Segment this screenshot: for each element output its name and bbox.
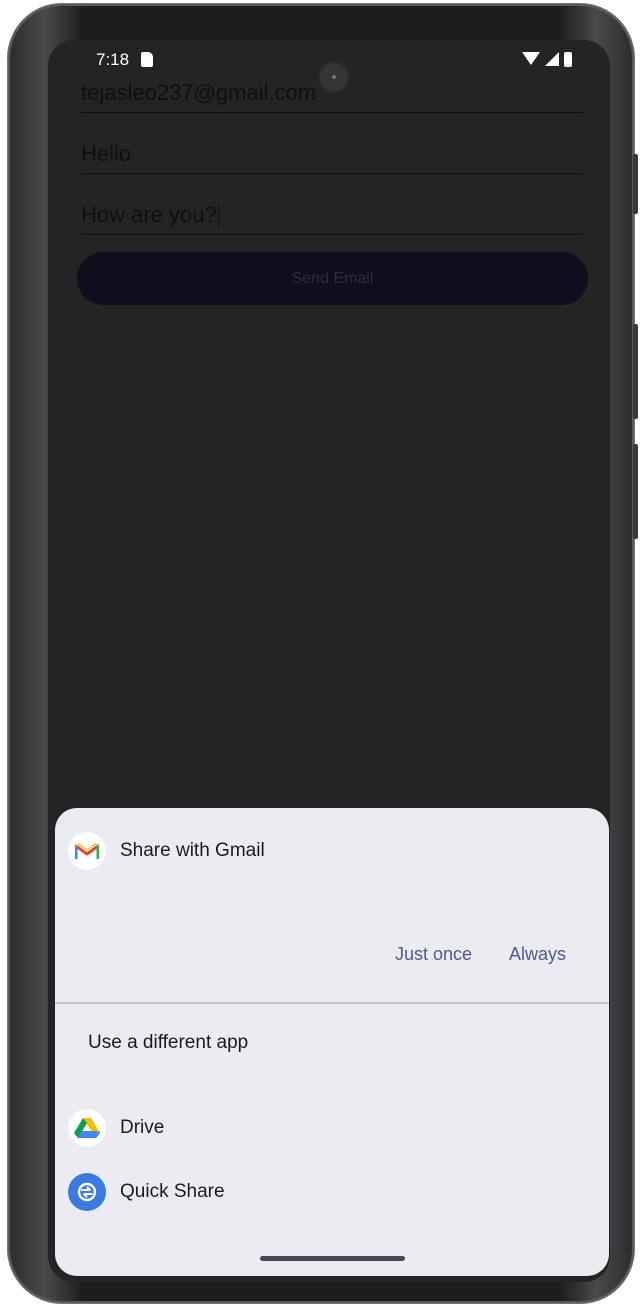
subject-field-value: Hello [81, 141, 132, 166]
phone-frame: 7:18 tejasleo237@gmail.com Hello How are… [8, 4, 638, 1303]
quick-share-icon [68, 1173, 106, 1211]
share-with-gmail-label: Share with Gmail [120, 840, 265, 861]
wifi-icon [522, 52, 540, 65]
power-button [633, 324, 638, 419]
subject-field[interactable]: Hello [81, 135, 583, 174]
volume-button [633, 154, 638, 214]
app-item-quick-share-label: Quick Share [120, 1181, 225, 1202]
message-field[interactable]: How are you? [81, 196, 583, 235]
app-item-quick-share[interactable]: Quick Share [68, 1173, 225, 1211]
share-with-gmail-row: Share with Gmail [68, 832, 265, 870]
app-item-drive-label: Drive [120, 1117, 165, 1138]
screen: 7:18 tejasleo237@gmail.com Hello How are… [48, 40, 610, 1282]
signal-icon [545, 52, 559, 66]
app-item-drive[interactable]: Drive [68, 1109, 164, 1147]
battery-icon [564, 52, 572, 67]
status-time: 7:18 [96, 50, 130, 69]
to-field[interactable]: tejasleo237@gmail.com [81, 74, 583, 113]
sheet-divider [55, 1002, 609, 1004]
to-field-value: tejasleo237@gmail.com [81, 80, 317, 105]
gmail-icon [68, 832, 106, 870]
text-cursor [217, 203, 219, 230]
use-different-app-heading: Use a different app [88, 1032, 249, 1053]
google-drive-icon [68, 1109, 106, 1147]
just-once-button[interactable]: Just once [395, 944, 472, 965]
gesture-nav-handle[interactable] [260, 1256, 405, 1261]
always-button[interactable]: Always [509, 944, 566, 965]
send-email-button[interactable]: Send Email [77, 252, 588, 305]
message-field-value: How are you? [81, 202, 217, 227]
status-icons [522, 52, 572, 67]
sd-card-icon [141, 52, 153, 67]
share-bottom-sheet: Share with Gmail Just once Always Use a … [55, 808, 609, 1276]
side-button [633, 444, 638, 539]
